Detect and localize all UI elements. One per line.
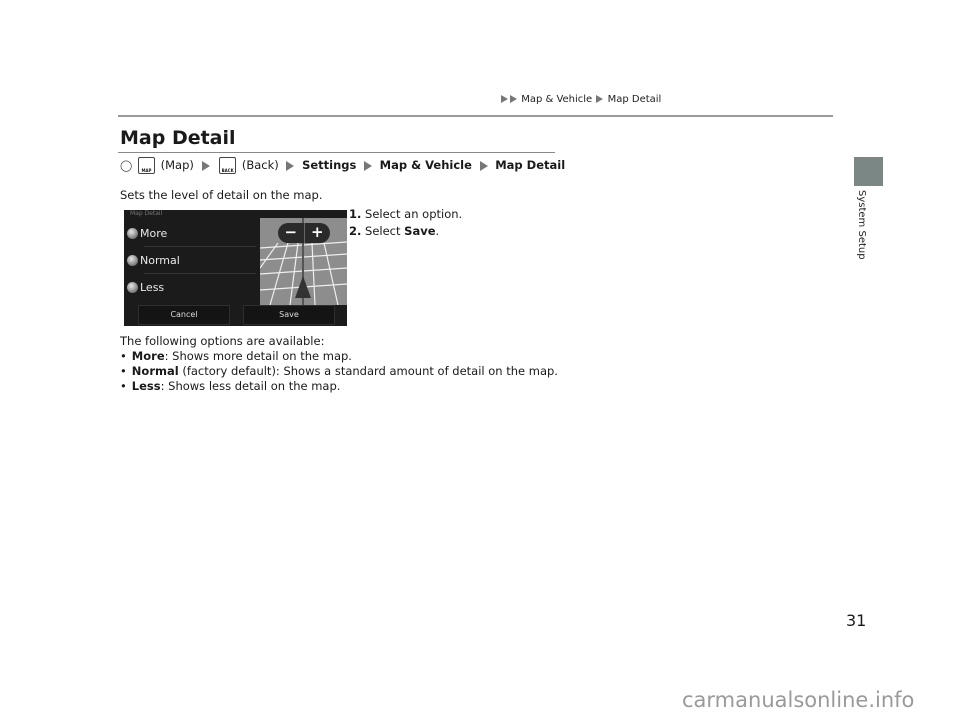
section-label: System Setup — [856, 190, 867, 260]
arrow-icon — [479, 160, 488, 171]
page-number: 31 — [846, 611, 867, 630]
section-tab[interactable] — [854, 157, 883, 186]
arrow-icon — [201, 160, 210, 171]
option-less[interactable]: Less — [127, 274, 255, 300]
instructions: 1. Select an option. 2. Select Save. — [349, 206, 462, 240]
breadcrumb: Map & Vehicle Map Detail — [500, 94, 661, 105]
step-2: 2. Select Save. — [349, 224, 440, 238]
arrow-icon — [286, 160, 295, 171]
arrow-icon — [501, 95, 508, 103]
map-key-icon: MAP — [137, 157, 155, 174]
title-rule — [118, 152, 555, 153]
arrow-icon — [596, 95, 604, 103]
option-normal[interactable]: Normal — [127, 247, 255, 273]
list-item: Less: Shows less detail on the map. — [120, 379, 558, 394]
list-item: Normal (factory default): Shows a standa… — [120, 364, 558, 379]
intro-text: Sets the level of detail on the map. — [120, 188, 323, 202]
path-step: Map Detail — [495, 158, 566, 172]
watermark: carmanualsonline.info — [682, 688, 915, 712]
options-intro: The following options are available: — [120, 334, 325, 348]
breadcrumb-item[interactable]: Map & Vehicle — [521, 94, 592, 105]
zoom-in-button[interactable]: + — [305, 223, 331, 243]
path-step: Map & Vehicle — [379, 158, 472, 172]
list-item: More: Shows more detail on the map. — [120, 349, 558, 364]
zoom-out-button[interactable]: − — [278, 223, 304, 243]
breadcrumb-item[interactable]: Map Detail — [608, 94, 662, 105]
options-list: More: Shows more detail on the map. Norm… — [120, 349, 558, 394]
zoom-control: − + — [278, 223, 330, 243]
radio-icon — [127, 281, 138, 293]
back-key-icon: BACK — [219, 157, 237, 174]
home-icon: ◯ — [120, 159, 133, 172]
map-preview: − + — [260, 218, 347, 305]
step-1: 1. Select an option. — [349, 207, 463, 221]
arrow-icon — [510, 95, 517, 103]
radio-icon — [127, 227, 138, 239]
navigation-path: ◯ MAP (Map) BACK (Back) Settings Map & V… — [120, 157, 566, 174]
screen-title: Map Detail — [130, 210, 163, 217]
map-detail-screen: Map Detail More Normal Less − + Cancel S… — [124, 210, 347, 326]
page-title: Map Detail — [120, 127, 236, 149]
cancel-button[interactable]: Cancel — [138, 305, 230, 325]
arrow-icon — [364, 160, 373, 171]
path-step: Settings — [302, 158, 357, 172]
header-rule — [118, 115, 833, 117]
radio-icon — [127, 254, 138, 266]
save-button[interactable]: Save — [243, 305, 335, 325]
option-more[interactable]: More — [127, 220, 255, 246]
